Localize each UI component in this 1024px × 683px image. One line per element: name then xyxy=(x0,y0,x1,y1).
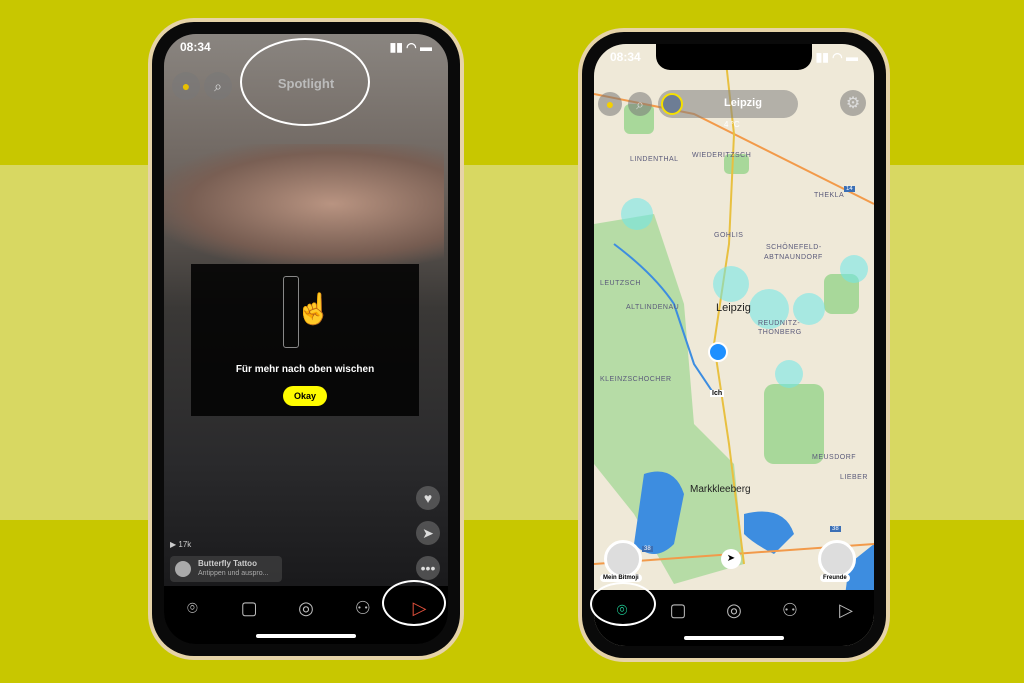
map-label: THEKLA xyxy=(814,192,845,199)
clock: 08:34 xyxy=(180,40,211,54)
bitmoji-avatar-button[interactable]: ● xyxy=(598,92,622,116)
signal-wifi-battery-icon: ▮▮ ◠ ▬ xyxy=(815,50,858,64)
tab-map-pin-icon[interactable]: ⌾ xyxy=(180,596,204,620)
map-label: REUDNITZ- xyxy=(758,320,801,327)
weather: 4 °C xyxy=(724,120,740,129)
road-badge: 38 xyxy=(642,546,653,552)
my-location-label: Ich xyxy=(710,390,725,397)
my-bitmoji-button[interactable] xyxy=(604,540,642,578)
location-pill[interactable]: Leipzig xyxy=(658,90,798,118)
clock: 08:34 xyxy=(610,50,641,64)
map-label: MEUSDORF xyxy=(812,454,857,461)
road-badge: 14 xyxy=(844,186,855,192)
lens-name: Butterfly Tattoo xyxy=(198,559,257,568)
view-count: ▶ 17k xyxy=(170,540,192,549)
swipe-tutorial-overlay: ☝ Für mehr nach oben wischen Okay xyxy=(191,264,419,416)
annotation-circle-play-tab xyxy=(382,580,446,626)
tab-friends-icon[interactable]: ⚇ xyxy=(351,596,375,620)
map-label: THONBERG xyxy=(758,329,802,336)
map-label: ABTNAUNDORF xyxy=(764,254,823,261)
phone-snap-map: 08:34 ▮▮ ◠ ▬ ● ⌕ Leipzig 4 °C ⚙ LINDENTHA… xyxy=(578,28,890,662)
tab-camera-icon[interactable]: ◎ xyxy=(722,598,746,622)
my-location-marker[interactable] xyxy=(708,342,728,362)
like-button[interactable]: ♥ xyxy=(416,486,440,510)
search-button[interactable]: ⌕ xyxy=(628,92,652,116)
map-label: WIEDERITZSCH xyxy=(692,152,752,159)
lens-subtitle: Antippen und auspro... xyxy=(198,570,269,577)
hand-pointer-icon: ☝ xyxy=(295,293,333,326)
overlay-message: Für mehr nach oben wischen xyxy=(235,364,375,375)
map-label: LINDENTHAL xyxy=(630,156,679,163)
map-label-city: Markkleeberg xyxy=(690,484,751,495)
map-label: LIEBER xyxy=(840,474,868,481)
map-label: SCHÖNEFELD- xyxy=(766,244,822,251)
location-avatar xyxy=(661,93,683,115)
home-indicator xyxy=(256,634,356,638)
hand-image-area xyxy=(164,144,444,264)
map-label-city: Leipzig xyxy=(716,302,751,314)
okay-button[interactable]: Okay xyxy=(283,386,327,406)
tab-camera-icon[interactable]: ◎ xyxy=(294,596,318,620)
tab-chat-icon[interactable]: ▢ xyxy=(666,598,690,622)
more-options-button[interactable]: ••• xyxy=(416,556,440,580)
friends-button[interactable] xyxy=(818,540,856,578)
map-label: ALTLINDENAU xyxy=(626,304,680,311)
lens-icon xyxy=(175,561,191,577)
share-button[interactable]: ➤ xyxy=(416,521,440,545)
road-badge: 38 xyxy=(830,526,841,532)
map-label: KLEINZSCHOCHER xyxy=(600,376,672,383)
map-screen: 08:34 ▮▮ ◠ ▬ ● ⌕ Leipzig 4 °C ⚙ LINDENTHA… xyxy=(594,44,874,646)
annotation-circle-spotlight xyxy=(240,38,370,126)
map-label: GOHLIS xyxy=(714,232,744,239)
map-label: LEUTZSCH xyxy=(600,280,641,287)
tab-spotlight-play-icon[interactable]: ▷ xyxy=(834,598,858,622)
annotation-circle-map-tab xyxy=(590,582,656,626)
recenter-location-button[interactable]: ➤ xyxy=(721,549,741,569)
tab-chat-icon[interactable]: ▢ xyxy=(237,596,261,620)
location-name: Leipzig xyxy=(724,97,762,109)
tab-friends-icon[interactable]: ⚇ xyxy=(778,598,802,622)
settings-gear-button[interactable]: ⚙ xyxy=(840,90,866,116)
notch xyxy=(656,44,812,70)
home-indicator xyxy=(684,636,784,640)
my-bitmoji-label: Mein Bitmoji xyxy=(600,574,642,582)
lens-card[interactable]: Butterfly Tattoo Antippen und auspro... xyxy=(170,556,282,582)
friends-label: Freunde xyxy=(820,574,850,582)
signal-wifi-battery-icon: ▮▮ ◠ ▬ xyxy=(389,40,432,54)
